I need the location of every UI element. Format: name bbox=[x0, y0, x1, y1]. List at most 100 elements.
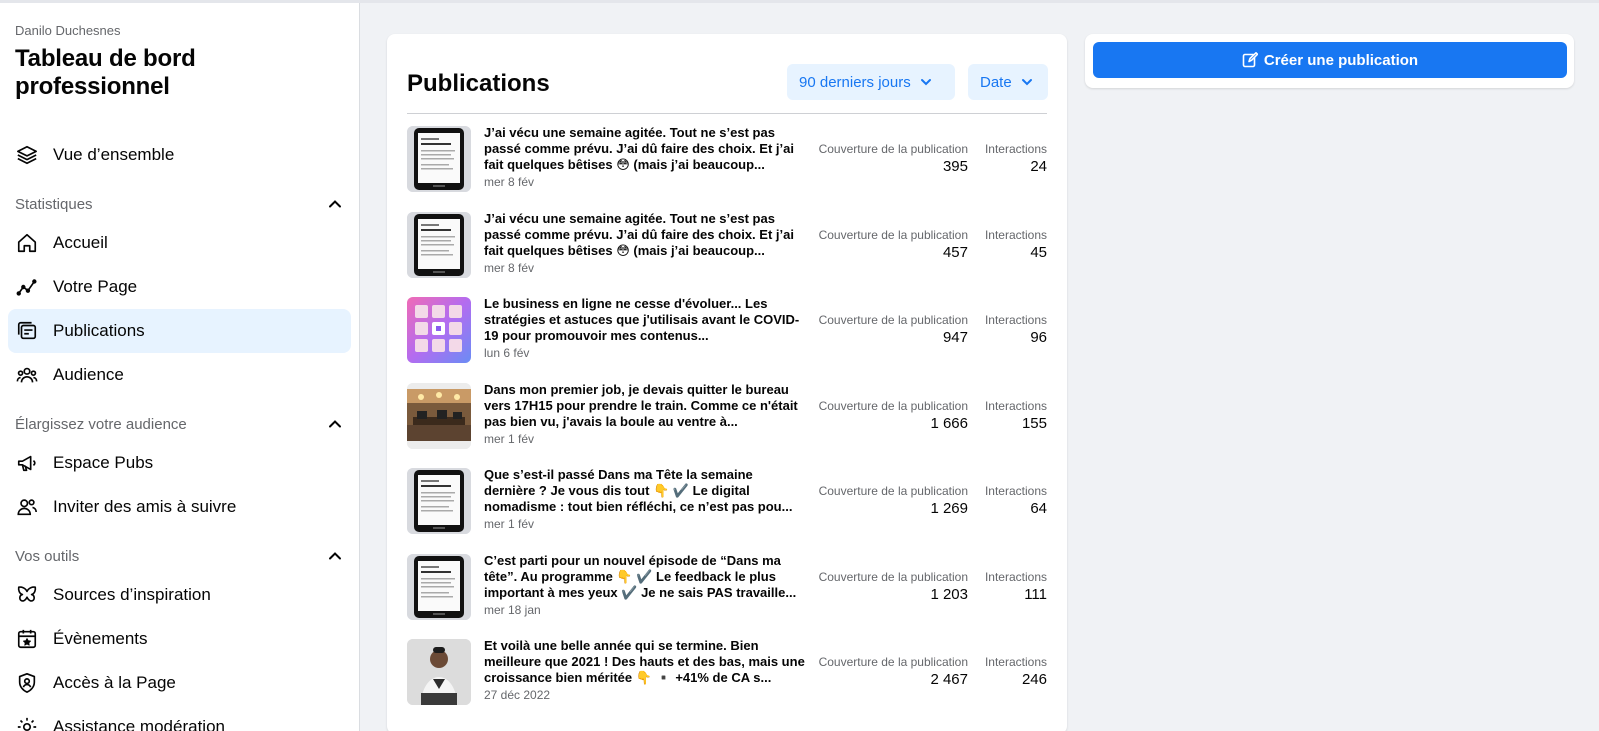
interactions-label: Interactions bbox=[984, 398, 1047, 413]
interactions-value: 24 bbox=[1030, 158, 1047, 175]
publications-card: Publications 90 derniers jours Date J’ai… bbox=[387, 34, 1067, 731]
sidebar-item-inviter-amis[interactable]: Inviter des amis à suivre bbox=[8, 485, 351, 529]
chevron-up-icon bbox=[329, 200, 341, 208]
post-text[interactable]: Et voilà une belle année qui se termine.… bbox=[484, 638, 806, 686]
reach-value: 395 bbox=[942, 158, 968, 175]
post-date: mer 1 fév bbox=[484, 517, 535, 531]
reach-value: 457 bbox=[942, 243, 968, 261]
post-thumbnail[interactable] bbox=[407, 639, 471, 705]
reach-label: Couverture de la publication bbox=[818, 569, 968, 584]
chevron-down-icon bbox=[1021, 79, 1032, 86]
post-row[interactable]: C’est parti pour un nouvel épisode de “D… bbox=[407, 550, 1047, 637]
header-divider bbox=[407, 113, 1047, 114]
section-label: Statistiques bbox=[15, 195, 93, 213]
interactions-label: Interactions bbox=[984, 569, 1047, 584]
calendar-star-icon bbox=[15, 627, 39, 651]
sidebar-item-label: Audience bbox=[53, 365, 124, 384]
sidebar-item-accueil[interactable]: Accueil bbox=[8, 221, 351, 265]
post-thumbnail[interactable] bbox=[407, 468, 471, 534]
sidebar-item-espace-pubs[interactable]: Espace Pubs bbox=[8, 441, 351, 485]
post-row[interactable]: Le business en ligne ne cesse d'évoluer.… bbox=[407, 293, 1047, 380]
edit-icon bbox=[1242, 52, 1258, 68]
interactions-label: Interactions bbox=[984, 655, 1047, 669]
sort-dropdown[interactable]: Date bbox=[968, 64, 1048, 100]
sidebar-item-label: Accueil bbox=[53, 233, 108, 252]
post-text[interactable]: C’est parti pour un nouvel épisode de “D… bbox=[484, 553, 806, 601]
reach-label: Couverture de la publication bbox=[818, 484, 968, 498]
post-text[interactable]: J’ai vécu une semaine agitée. Tout ne s’… bbox=[484, 211, 806, 259]
create-post-label: Créer une publication bbox=[1263, 51, 1419, 69]
section-label: Élargissez votre audience bbox=[15, 415, 187, 433]
gear-icon bbox=[15, 715, 39, 731]
post-row[interactable]: J’ai vécu une semaine agitée. Tout ne s’… bbox=[407, 122, 1047, 209]
sidebar: Danilo Duchesnes Tableau de bord profess… bbox=[0, 3, 360, 731]
post-text[interactable]: Que s’est-il passé Dans ma Tête la semai… bbox=[484, 467, 806, 515]
sidebar-item-evenements[interactable]: Évènements bbox=[8, 617, 351, 661]
post-thumbnail[interactable] bbox=[407, 553, 471, 620]
sidebar-item-label: Assistance modération bbox=[53, 717, 225, 731]
section-tools-toggle[interactable]: Vos outils bbox=[8, 539, 351, 573]
create-post-panel: Créer une publication bbox=[1085, 34, 1574, 88]
interactions-value: 96 bbox=[1030, 329, 1047, 346]
sidebar-item-assistance-moderation[interactable]: Assistance modération bbox=[8, 705, 351, 731]
post-date: mer 18 jan bbox=[484, 602, 541, 617]
sidebar-item-audience[interactable]: Audience bbox=[8, 353, 351, 397]
post-row[interactable]: J’ai vécu une semaine agitée. Tout ne s’… bbox=[407, 208, 1047, 295]
post-date: lun 6 fév bbox=[484, 346, 530, 360]
home-icon bbox=[15, 231, 39, 255]
interactions-value: 64 bbox=[1030, 500, 1047, 517]
post-date: mer 8 fév bbox=[484, 175, 535, 189]
post-row[interactable]: Et voilà une belle année qui se termine.… bbox=[407, 635, 1047, 722]
post-text[interactable]: Dans mon premier job, je devais quitter … bbox=[484, 382, 806, 430]
post-row[interactable]: Dans mon premier job, je devais quitter … bbox=[407, 379, 1047, 466]
sidebar-item-label: Vue d’ensemble bbox=[53, 145, 175, 164]
layers-icon bbox=[15, 143, 39, 167]
interactions-value: 111 bbox=[1024, 585, 1047, 603]
page-owner-name: Danilo Duchesnes bbox=[15, 23, 121, 38]
reach-value: 1 666 bbox=[930, 414, 968, 432]
post-thumbnail[interactable] bbox=[407, 211, 471, 278]
reach-value: 1 203 bbox=[930, 585, 968, 603]
reach-value: 1 269 bbox=[930, 500, 968, 517]
chevron-up-icon bbox=[329, 420, 341, 428]
date-range-label: 90 derniers jours bbox=[799, 73, 911, 91]
reach-value: 2 467 bbox=[930, 671, 968, 688]
post-text[interactable]: J’ai vécu une semaine agitée. Tout ne s’… bbox=[484, 125, 806, 173]
reach-label: Couverture de la publication bbox=[818, 227, 968, 242]
sidebar-item-publications[interactable]: Publications bbox=[8, 309, 351, 353]
post-thumbnail[interactable] bbox=[407, 297, 471, 363]
post-row[interactable]: Que s’est-il passé Dans ma Tête la semai… bbox=[407, 464, 1047, 551]
sidebar-item-label: Accès à la Page bbox=[53, 673, 176, 692]
interactions-label: Interactions bbox=[984, 313, 1047, 327]
reach-label: Couverture de la publication bbox=[818, 313, 968, 327]
chevron-down-icon bbox=[920, 79, 931, 86]
interactions-label: Interactions bbox=[984, 227, 1047, 242]
invite-people-icon bbox=[15, 495, 39, 519]
sidebar-item-sources-inspiration[interactable]: Sources d’inspiration bbox=[8, 573, 351, 617]
sidebar-item-acces-page[interactable]: Accès à la Page bbox=[8, 661, 351, 705]
post-date: mer 1 fév bbox=[484, 431, 535, 446]
reach-value: 947 bbox=[942, 329, 968, 346]
sidebar-item-overview[interactable]: Vue d’ensemble bbox=[8, 133, 351, 177]
sidebar-item-label: Inviter des amis à suivre bbox=[53, 497, 237, 516]
interactions-value: 246 bbox=[1021, 671, 1047, 688]
posts-stack-icon bbox=[15, 319, 39, 343]
create-post-button[interactable]: Créer une publication bbox=[1093, 42, 1567, 78]
post-thumbnail[interactable] bbox=[407, 126, 471, 192]
megaphone-icon bbox=[15, 451, 39, 475]
card-title: Publications bbox=[407, 70, 550, 97]
post-date: mer 8 fév bbox=[484, 260, 535, 275]
interactions-label: Interactions bbox=[984, 142, 1047, 156]
section-statistiques-toggle[interactable]: Statistiques bbox=[8, 187, 351, 221]
post-text[interactable]: Le business en ligne ne cesse d'évoluer.… bbox=[484, 296, 806, 344]
post-thumbnail[interactable] bbox=[407, 382, 471, 449]
sidebar-item-label: Évènements bbox=[53, 629, 148, 648]
sidebar-item-votre-page[interactable]: Votre Page bbox=[8, 265, 351, 309]
section-audience-growth-toggle[interactable]: Élargissez votre audience bbox=[8, 407, 351, 441]
reach-label: Couverture de la publication bbox=[818, 398, 968, 413]
page-title: Tableau de bord professionnel bbox=[15, 45, 196, 100]
post-date: 27 déc 2022 bbox=[484, 688, 551, 702]
date-range-dropdown[interactable]: 90 derniers jours bbox=[787, 64, 955, 100]
sort-label: Date bbox=[980, 73, 1012, 91]
interactions-value: 155 bbox=[1021, 414, 1047, 432]
